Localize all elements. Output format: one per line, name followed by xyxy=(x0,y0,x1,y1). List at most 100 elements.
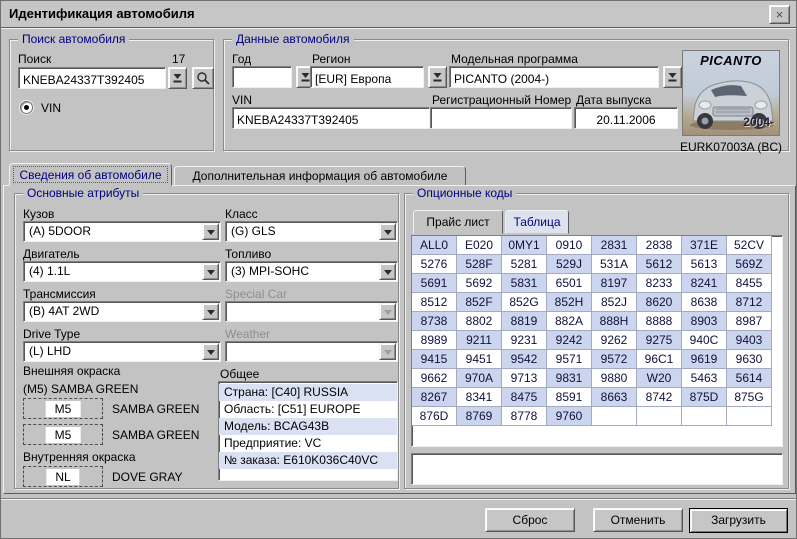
chevron-down-icon[interactable] xyxy=(379,223,396,240)
option-code-cell[interactable]: 8620 xyxy=(637,293,682,312)
option-code-cell[interactable]: 8455 xyxy=(727,274,772,293)
option-code-cell[interactable]: 5463 xyxy=(682,369,727,388)
option-code-cell[interactable]: 875G xyxy=(727,388,772,407)
option-code-cell[interactable]: 8903 xyxy=(682,312,727,331)
attribute-combo[interactable]: (G) GLS xyxy=(225,221,398,242)
option-code-cell[interactable]: 9211 xyxy=(457,331,502,350)
search-input[interactable] xyxy=(18,67,166,89)
load-button[interactable]: Загрузить xyxy=(689,508,788,533)
option-code-cell[interactable]: 8233 xyxy=(637,274,682,293)
search-dropdown-button[interactable] xyxy=(168,67,187,89)
option-code-cell[interactable]: 8663 xyxy=(592,388,637,407)
option-code-grid[interactable]: ALL0E0200MY1091028312838371E52CV 5276528F… xyxy=(411,235,783,447)
option-code-cell[interactable]: 52CV xyxy=(727,236,772,255)
chevron-down-icon[interactable] xyxy=(202,343,219,360)
option-code-cell[interactable] xyxy=(592,407,637,426)
production-date-input[interactable] xyxy=(574,107,678,129)
option-code-cell[interactable]: 2831 xyxy=(592,236,637,255)
option-code-cell[interactable]: 2838 xyxy=(637,236,682,255)
option-code-cell[interactable]: 8197 xyxy=(592,274,637,293)
option-code-cell[interactable]: 8987 xyxy=(727,312,772,331)
option-code-cell[interactable]: 9415 xyxy=(412,350,457,369)
option-code-cell[interactable]: 8738 xyxy=(412,312,457,331)
option-code-cell[interactable]: 8512 xyxy=(412,293,457,312)
option-code-cell[interactable] xyxy=(682,407,727,426)
option-code-cell[interactable]: 852H xyxy=(547,293,592,312)
option-code-cell[interactable]: 9403 xyxy=(727,331,772,350)
exterior-color-swatch[interactable]: M5 xyxy=(23,398,103,419)
vin-input[interactable] xyxy=(232,107,430,129)
model-program-input[interactable] xyxy=(449,66,659,88)
cancel-button[interactable]: Отменить xyxy=(593,508,683,532)
attribute-combo[interactable]: (4) 1.1L xyxy=(23,261,221,282)
option-code-cell[interactable]: 9451 xyxy=(457,350,502,369)
option-code-cell[interactable]: 9542 xyxy=(502,350,547,369)
option-code-cell[interactable]: 5613 xyxy=(682,255,727,274)
option-code-cell[interactable]: 5281 xyxy=(502,255,547,274)
tab-vehicle-info[interactable]: Сведения об автомобиле xyxy=(9,163,172,186)
year-input[interactable] xyxy=(232,66,292,88)
chevron-down-icon[interactable] xyxy=(202,223,219,240)
option-code-cell[interactable]: 5276 xyxy=(412,255,457,274)
option-code-cell[interactable]: 876D xyxy=(412,407,457,426)
option-code-cell[interactable]: ALL0 xyxy=(412,236,457,255)
chevron-down-icon[interactable] xyxy=(202,303,219,320)
option-code-cell[interactable]: 8241 xyxy=(682,274,727,293)
option-code-cell[interactable]: 970A xyxy=(457,369,502,388)
option-code-cell[interactable]: 8888 xyxy=(637,312,682,331)
option-code-cell[interactable] xyxy=(727,407,772,426)
option-code-cell[interactable]: 8769 xyxy=(457,407,502,426)
option-code-cell[interactable]: 371E xyxy=(682,236,727,255)
option-code-cell[interactable]: 9662 xyxy=(412,369,457,388)
option-code-cell[interactable]: 8475 xyxy=(502,388,547,407)
option-code-cell[interactable]: 9619 xyxy=(682,350,727,369)
option-code-cell[interactable]: 882A xyxy=(547,312,592,331)
option-code-cell[interactable]: 5612 xyxy=(637,255,682,274)
option-code-cell[interactable]: 9630 xyxy=(727,350,772,369)
tab-additional-info[interactable]: Дополнительная информация об автомобиле xyxy=(174,166,466,186)
option-code-cell[interactable]: W20 xyxy=(637,369,682,388)
option-code-cell[interactable]: 531A xyxy=(592,255,637,274)
vin-radio[interactable] xyxy=(20,101,33,114)
chevron-down-icon[interactable] xyxy=(202,263,219,280)
option-code-cell[interactable]: 852G xyxy=(502,293,547,312)
option-code-cell[interactable]: 9275 xyxy=(637,331,682,350)
option-code-cell[interactable]: 9231 xyxy=(502,331,547,350)
option-code-cell[interactable]: E020 xyxy=(457,236,502,255)
option-code-cell[interactable]: 96C1 xyxy=(637,350,682,369)
tab-table[interactable]: Таблица xyxy=(505,210,569,234)
option-code-cell[interactable]: 8819 xyxy=(502,312,547,331)
option-code-cell[interactable]: 8267 xyxy=(412,388,457,407)
close-button[interactable]: × xyxy=(769,5,790,24)
model-dropdown-button[interactable] xyxy=(663,66,682,88)
option-code-cell[interactable]: 888H xyxy=(592,312,637,331)
option-code-cell[interactable]: 9760 xyxy=(547,407,592,426)
option-code-cell[interactable] xyxy=(637,407,682,426)
interior-color-swatch[interactable]: NL xyxy=(23,466,103,487)
option-code-cell[interactable]: 9572 xyxy=(592,350,637,369)
option-code-cell[interactable]: 0910 xyxy=(547,236,592,255)
option-code-cell[interactable]: 9262 xyxy=(592,331,637,350)
option-code-cell[interactable]: 0MY1 xyxy=(502,236,547,255)
option-code-cell[interactable]: 8778 xyxy=(502,407,547,426)
option-code-cell[interactable]: 8638 xyxy=(682,293,727,312)
option-code-cell[interactable]: 852F xyxy=(457,293,502,312)
option-code-cell[interactable]: 9242 xyxy=(547,331,592,350)
option-code-cell[interactable]: 940C xyxy=(682,331,727,350)
tab-price-list[interactable]: Прайс лист xyxy=(413,210,503,234)
search-go-button[interactable] xyxy=(192,67,214,89)
option-code-cell[interactable]: 9713 xyxy=(502,369,547,388)
option-code-cell[interactable]: 852J xyxy=(592,293,637,312)
option-code-cell[interactable]: 8742 xyxy=(637,388,682,407)
option-code-cell[interactable]: 8802 xyxy=(457,312,502,331)
attribute-combo[interactable]: (L) LHD xyxy=(23,341,221,362)
option-code-cell[interactable]: 8712 xyxy=(727,293,772,312)
option-code-cell[interactable]: 8591 xyxy=(547,388,592,407)
option-code-cell[interactable]: 529J xyxy=(547,255,592,274)
option-code-cell[interactable]: 875D xyxy=(682,388,727,407)
option-code-cell[interactable]: 528F xyxy=(457,255,502,274)
attribute-combo[interactable]: (A) 5DOOR xyxy=(23,221,221,242)
exterior-color-swatch[interactable]: M5 xyxy=(23,424,103,445)
option-code-cell[interactable]: 569Z xyxy=(727,255,772,274)
option-code-cell[interactable]: 9880 xyxy=(592,369,637,388)
